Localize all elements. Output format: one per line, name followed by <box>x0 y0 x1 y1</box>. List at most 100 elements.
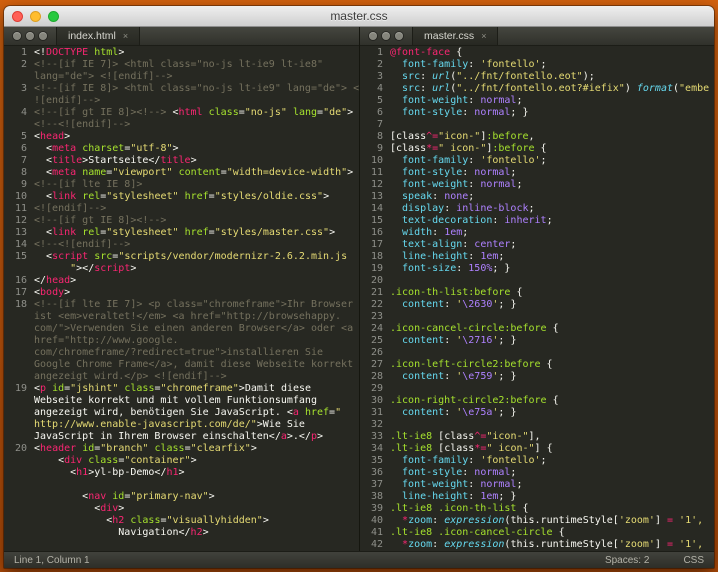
code-line: .lt-ie8 .icon-cancel-circle { <box>390 527 714 539</box>
code-line: <!--<![endif]--> <box>34 239 359 251</box>
tab-close-icon[interactable]: × <box>481 32 486 41</box>
code-row: 15 text-decoration: inherit; <box>360 215 714 227</box>
code-row: 1@font-face { <box>360 47 714 59</box>
code-line: font-size: 150%; } <box>390 263 714 275</box>
code-line: Webseite korrekt und mit vollem Funktion… <box>34 395 359 407</box>
code-line: <h2 class="visuallyhidden"> <box>34 515 359 527</box>
code-row: 27.icon-left-circle2:before { <box>360 359 714 371</box>
pane-dot-icon[interactable] <box>382 32 390 40</box>
line-number <box>4 479 34 491</box>
code-line: font-style: normal; <box>390 467 714 479</box>
syntax-mode[interactable]: CSS <box>683 555 704 566</box>
line-number: 25 <box>360 335 390 347</box>
line-number: 31 <box>360 407 390 419</box>
line-number: 20 <box>360 275 390 287</box>
line-number <box>4 419 34 431</box>
line-number: 37 <box>360 479 390 491</box>
pane-dot-icon[interactable] <box>26 32 34 40</box>
line-number: 4 <box>4 107 34 119</box>
line-number: 13 <box>4 227 34 239</box>
code-row: JavaScript in Ihrem Browser einschalten<… <box>4 431 359 443</box>
pane-dot-icon[interactable] <box>369 32 377 40</box>
line-number <box>4 335 34 347</box>
code-line: <header id="branch" class="clearfix"> <box>34 443 359 455</box>
code-line: src: url("../fnt/fontello.eot?#iefix") f… <box>390 83 714 95</box>
tab-index-html[interactable]: index.html × <box>56 27 140 45</box>
line-number: 18 <box>4 299 34 311</box>
line-number <box>4 71 34 83</box>
code-row: 29 <box>360 383 714 395</box>
pane-dot-icon[interactable] <box>395 32 403 40</box>
line-number <box>4 371 34 383</box>
line-number: 2 <box>360 59 390 71</box>
pane-dot-icon[interactable] <box>39 32 47 40</box>
line-number: 29 <box>360 383 390 395</box>
code-line: src: url("../fnt/fontello.eot"); <box>390 71 714 83</box>
indentation-setting[interactable]: Spaces: 2 <box>605 555 649 566</box>
pane-dot-icon[interactable] <box>13 32 21 40</box>
code-line: font-family: 'fontello'; <box>390 59 714 71</box>
code-row: "></script> <box>4 263 359 275</box>
close-window-icon[interactable] <box>12 11 23 22</box>
code-row: 3 src: url("../fnt/fontello.eot"); <box>360 71 714 83</box>
code-row: <div class="container"> <box>4 455 359 467</box>
code-line: <meta charset="utf-8"> <box>34 143 359 155</box>
line-number: 18 <box>360 251 390 263</box>
line-number <box>4 467 34 479</box>
code-line: *zoom: expression(this.runtimeStyle['zoo… <box>390 539 714 551</box>
line-number: 3 <box>4 83 34 95</box>
code-line: .icon-left-circle2:before { <box>390 359 714 371</box>
code-row: lang="de"> <![endif]--> <box>4 71 359 83</box>
code-row: <h2 class="visuallyhidden"> <box>4 515 359 527</box>
line-number: 5 <box>4 131 34 143</box>
line-number: 28 <box>360 371 390 383</box>
code-row: com/chromeframe/?redirect=true">installi… <box>4 347 359 359</box>
code-row: <div> <box>4 503 359 515</box>
window-titlebar[interactable]: master.css <box>4 6 714 27</box>
line-number <box>4 323 34 335</box>
code-line: <body> <box>34 287 359 299</box>
traffic-lights <box>12 11 59 22</box>
code-editor-index-html[interactable]: 1<!DOCTYPE html>2<!--[if IE 7]> <html cl… <box>4 46 359 551</box>
code-line: font-style: normal; } <box>390 107 714 119</box>
code-line: text-align: center; <box>390 239 714 251</box>
line-number <box>4 515 34 527</box>
code-row: 36 font-style: normal; <box>360 467 714 479</box>
code-line: <!--[if lte IE 8]> <box>34 179 359 191</box>
code-line: <div> <box>34 503 359 515</box>
zoom-window-icon[interactable] <box>48 11 59 22</box>
code-row: 7 <box>360 119 714 131</box>
code-line: font-weight: normal; <box>390 179 714 191</box>
code-line: .icon-cancel-circle:before { <box>390 323 714 335</box>
code-line <box>390 311 714 323</box>
code-row: 32 <box>360 419 714 431</box>
code-row: 35 font-family: 'fontello'; <box>360 455 714 467</box>
code-line: display: inline-block; <box>390 203 714 215</box>
code-row: 38 line-height: 1em; } <box>360 491 714 503</box>
code-line: ist <em>veraltet!</em> <a href="http://b… <box>34 311 359 323</box>
tab-master-css[interactable]: master.css × <box>412 27 498 45</box>
code-line: font-style: normal; <box>390 167 714 179</box>
line-number: 36 <box>360 467 390 479</box>
minimize-window-icon[interactable] <box>30 11 41 22</box>
tab-close-icon[interactable]: × <box>123 32 128 41</box>
line-number: 23 <box>360 311 390 323</box>
code-line: http://www.enable-javascript.com/de/">Wi… <box>34 419 359 431</box>
code-row: 26 <box>360 347 714 359</box>
code-line: .lt-ie8 .icon-th-list { <box>390 503 714 515</box>
code-editor-master-css[interactable]: 1@font-face {2 font-family: 'fontello';3… <box>360 46 714 551</box>
line-number: 10 <box>360 155 390 167</box>
line-number: 2 <box>4 59 34 71</box>
line-number <box>4 503 34 515</box>
code-row: 17 text-align: center; <box>360 239 714 251</box>
line-number: 1 <box>360 47 390 59</box>
code-row: 13 <link rel="stylesheet" href="styles/m… <box>4 227 359 239</box>
code-row: 2 font-family: 'fontello'; <box>360 59 714 71</box>
line-number: 12 <box>360 179 390 191</box>
tab-label: master.css <box>424 30 474 42</box>
line-number: 30 <box>360 395 390 407</box>
line-number: 22 <box>360 299 390 311</box>
code-row: ist <em>veraltet!</em> <a href="http://b… <box>4 311 359 323</box>
code-line: <link rel="stylesheet" href="styles/mast… <box>34 227 359 239</box>
code-row: Webseite korrekt und mit vollem Funktion… <box>4 395 359 407</box>
